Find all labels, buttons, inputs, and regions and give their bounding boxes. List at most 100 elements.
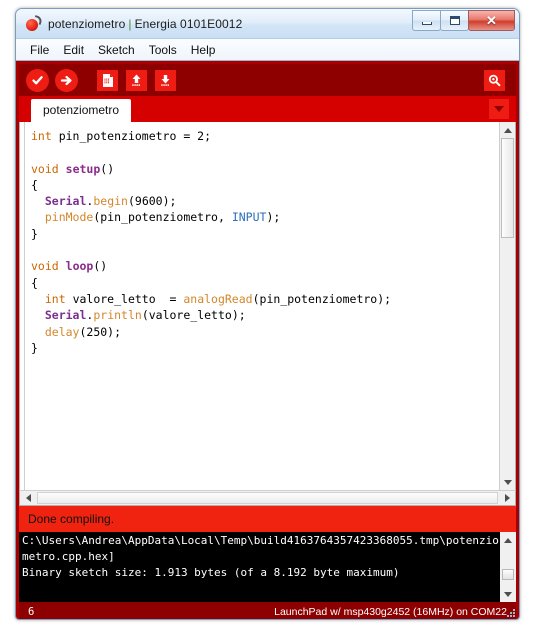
window-controls: ✕: [412, 10, 515, 31]
code-line: Serial.begin(9600);: [31, 193, 499, 209]
console-panel: C:\Users\Andrea\AppData\Local\Temp\build…: [19, 532, 516, 602]
code-line: {: [31, 275, 499, 291]
tab-potenziometro[interactable]: potenziometro: [31, 99, 132, 122]
desktop-background: potenziometro | Energia 0101E0012 ✕ File E…: [0, 0, 535, 632]
code-token: (pin_potenziometro);: [252, 291, 392, 306]
editor-hscroll-thumb[interactable]: [37, 492, 498, 504]
arrow-down-icon: [155, 69, 176, 91]
editor-horizontal-scrollbar[interactable]: [19, 490, 516, 506]
window-title: potenziometro | Energia 0101E0012: [48, 17, 242, 31]
code-token: println: [93, 308, 142, 323]
code-line: }: [31, 226, 499, 242]
arrow-up-icon: [126, 69, 147, 91]
triangle-right-icon: [504, 494, 510, 502]
save-button[interactable]: [152, 67, 179, 94]
editor-vertical-scrollbar[interactable]: [499, 122, 515, 490]
code-line: int valore_letto = analogRead(pin_potenz…: [31, 291, 499, 307]
code-token: (valore_letto);: [141, 308, 246, 323]
upload-button[interactable]: [53, 67, 80, 94]
verify-button[interactable]: [24, 67, 51, 94]
serial-monitor-button[interactable]: [481, 67, 508, 94]
code-token: {: [31, 177, 38, 192]
triangle-left-icon: [25, 494, 31, 502]
arrow-right-circle-icon: [55, 68, 78, 92]
console-scroll-track-top[interactable]: [500, 548, 516, 569]
code-token: int: [31, 129, 52, 143]
code-line: Serial.println(valore_letto);: [31, 307, 499, 323]
application-body: potenziometro int pin_potenziometro = 2;…: [16, 61, 519, 619]
status-message: Done compiling.: [19, 506, 516, 532]
console-scroll-down-button[interactable]: [500, 586, 516, 602]
open-button[interactable]: [123, 67, 150, 94]
window-title-app: Energia 0101E0012: [134, 16, 243, 31]
scroll-right-button[interactable]: [499, 491, 515, 505]
console-scroll-thumb[interactable]: [502, 569, 514, 580]
scroll-up-button[interactable]: [500, 122, 515, 138]
code-line: void loop(): [31, 258, 499, 274]
close-icon: ✕: [486, 13, 497, 28]
code-token: (250);: [79, 324, 122, 339]
board-port-indicator: LaunchPad w/ msp430g2452 (16MHz) on COM2…: [274, 606, 507, 618]
code-token: Serial: [44, 194, 87, 209]
code-token: }: [31, 226, 38, 241]
code-token: int: [44, 291, 66, 306]
code-line: int pin_potenziometro = 2;: [31, 128, 499, 144]
code-token: Serial: [44, 308, 87, 323]
scroll-down-button[interactable]: [500, 474, 515, 490]
maximize-icon: [449, 16, 460, 25]
code-token: valore_letto =: [65, 291, 184, 306]
window-title-separator: |: [128, 16, 132, 31]
menu-item-help[interactable]: Help: [184, 41, 223, 59]
menu-item-file[interactable]: File: [23, 41, 56, 59]
code-token: setup: [65, 161, 101, 176]
window-title-sketch: potenziometro: [48, 16, 126, 31]
menubar: File Edit Sketch Tools Help: [16, 38, 519, 61]
code-token: (9600);: [127, 194, 177, 209]
code-token: (pin_potenziometro,: [93, 210, 232, 225]
code-token: INPUT: [231, 210, 267, 225]
console-scroll-up-button[interactable]: [500, 532, 516, 548]
scroll-left-button[interactable]: [20, 491, 36, 505]
status-bar: 6 LaunchPad w/ msp430g2452 (16MHz) on CO…: [19, 602, 516, 619]
code-token: );: [266, 210, 281, 225]
triangle-up-icon: [504, 537, 512, 543]
toolbar: [19, 64, 516, 96]
menu-item-tools[interactable]: Tools: [142, 41, 184, 59]
menu-item-edit[interactable]: Edit: [56, 41, 91, 59]
close-button[interactable]: ✕: [468, 10, 515, 31]
editor-scroll-track[interactable]: [500, 238, 515, 474]
minimize-button[interactable]: [412, 10, 441, 31]
code-line: pinMode(pin_potenziometro, INPUT);: [31, 209, 499, 225]
code-token: void: [31, 161, 59, 176]
code-editor[interactable]: int pin_potenziometro = 2; void setup() {…: [19, 122, 516, 490]
code-line: }: [31, 340, 499, 356]
console-vertical-scrollbar[interactable]: [500, 532, 516, 602]
code-token: (): [100, 161, 115, 176]
magnifier-icon: [484, 70, 505, 91]
code-text[interactable]: int pin_potenziometro = 2; void setup() {…: [25, 122, 499, 490]
code-token: }: [31, 340, 38, 355]
check-circle-icon: [26, 68, 49, 92]
code-line: {: [31, 177, 499, 193]
resize-grip[interactable]: [505, 606, 517, 618]
new-button[interactable]: [94, 67, 121, 94]
code-token: analogRead: [183, 291, 253, 306]
chevron-down-icon: [494, 106, 504, 112]
triangle-up-icon: [503, 127, 512, 133]
window-titlebar[interactable]: potenziometro | Energia 0101E0012 ✕: [16, 9, 519, 38]
menu-item-sketch[interactable]: Sketch: [91, 41, 142, 59]
console-output[interactable]: C:\Users\Andrea\AppData\Local\Temp\build…: [19, 532, 500, 602]
maximize-button[interactable]: [440, 10, 469, 31]
energia-ide-window: potenziometro | Energia 0101E0012 ✕ File E…: [15, 8, 520, 620]
editor-scroll-thumb[interactable]: [501, 138, 514, 238]
tab-dropdown-button[interactable]: [489, 99, 509, 119]
energia-bulb-icon: [25, 14, 44, 32]
